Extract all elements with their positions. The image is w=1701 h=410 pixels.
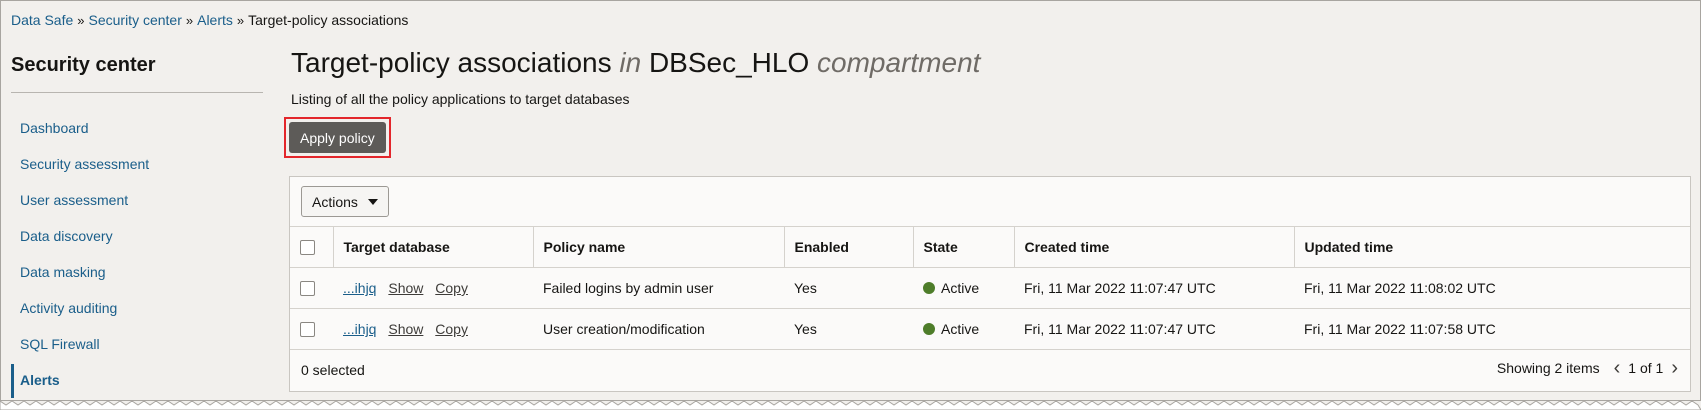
sidebar-item-security-assessment[interactable]: Security assessment: [11, 146, 263, 182]
row-select-cell: [290, 267, 333, 309]
caret-down-icon: [367, 198, 378, 205]
previous-page-icon[interactable]: ‹: [1614, 358, 1621, 378]
created-time-cell: Fri, 11 Mar 2022 11:07:47 UTC: [1014, 267, 1294, 309]
page-title: Target-policy associations in DBSec_HLO …: [291, 47, 1689, 79]
enabled-cell: Yes: [784, 308, 913, 350]
state-cell: Active: [913, 267, 1014, 309]
breadcrumb-separator: »: [185, 12, 194, 28]
actions-label: Actions: [312, 193, 358, 210]
apply-policy-button[interactable]: Apply policy: [289, 122, 386, 153]
page-title-in: in: [619, 47, 642, 78]
breadcrumb-alerts[interactable]: Alerts: [197, 12, 233, 28]
breadcrumb-separator: »: [236, 12, 245, 28]
active-status-icon: [923, 282, 935, 294]
associations-table: Target database Policy name Enabled Stat…: [290, 227, 1690, 350]
sidebar: Security center Dashboard Security asses…: [11, 54, 263, 398]
sidebar-item-activity-auditing[interactable]: Activity auditing: [11, 290, 263, 326]
table-footer: 0 selected Showing 2 items ‹ 1 of 1 ›: [290, 350, 1690, 388]
apply-policy-highlight: Apply policy: [284, 117, 391, 158]
copy-link[interactable]: Copy: [435, 321, 468, 337]
page-title-compartment: compartment: [817, 47, 981, 78]
sidebar-nav: Dashboard Security assessment User asses…: [11, 110, 263, 398]
sidebar-item-dashboard[interactable]: Dashboard: [11, 110, 263, 146]
updated-time-cell: Fri, 11 Mar 2022 11:07:58 UTC: [1294, 308, 1690, 350]
table-row: ...ihjq Show Copy Failed logins by admin…: [290, 267, 1690, 309]
pagination: Showing 2 items ‹ 1 of 1 ›: [1496, 358, 1678, 378]
column-header-enabled[interactable]: Enabled: [784, 227, 914, 268]
row-checkbox[interactable]: [300, 281, 315, 297]
table-header-row: Target database Policy name Enabled Stat…: [290, 227, 1690, 268]
actions-menu-button[interactable]: Actions: [301, 186, 389, 217]
main-content: Target-policy associations in DBSec_HLO …: [284, 47, 1691, 392]
state-label: Active: [941, 321, 980, 337]
breadcrumb-separator: »: [77, 12, 85, 28]
selected-count: 0 selected: [301, 362, 365, 378]
updated-time-cell: Fri, 11 Mar 2022 11:08:02 UTC: [1294, 267, 1690, 309]
sidebar-item-alerts[interactable]: Alerts: [11, 362, 263, 398]
sidebar-item-user-assessment[interactable]: User assessment: [11, 182, 263, 218]
enabled-cell: Yes: [784, 267, 913, 309]
state-cell: Active: [913, 308, 1014, 350]
policy-name-cell: Failed logins by admin user: [533, 267, 784, 309]
breadcrumb-data-safe[interactable]: Data Safe: [11, 12, 73, 28]
created-time-cell: Fri, 11 Mar 2022 11:07:47 UTC: [1014, 308, 1294, 350]
active-status-icon: [923, 323, 935, 335]
column-header-created-time[interactable]: Created time: [1014, 227, 1295, 268]
state-label: Active: [941, 280, 980, 296]
associations-table-panel: Actions Target database Policy name Enab…: [289, 176, 1691, 392]
page-title-text: Target-policy associations: [291, 47, 612, 78]
breadcrumb: Data Safe » Security center » Alerts » T…: [11, 12, 408, 28]
column-header-policy-name[interactable]: Policy name: [533, 227, 785, 268]
target-database-link[interactable]: ...ihjq: [343, 321, 376, 337]
breadcrumb-current: Target-policy associations: [248, 12, 409, 28]
show-link[interactable]: Show: [388, 321, 423, 337]
row-checkbox[interactable]: [300, 322, 315, 338]
select-all-cell: [290, 227, 334, 268]
sidebar-item-sql-firewall[interactable]: SQL Firewall: [11, 326, 263, 362]
torn-edge-decoration: [0, 400, 1701, 410]
sidebar-item-data-masking[interactable]: Data masking: [11, 254, 263, 290]
sidebar-title: Security center: [11, 54, 263, 93]
target-database-link[interactable]: ...ihjq: [343, 280, 376, 296]
next-page-icon[interactable]: ›: [1671, 358, 1678, 378]
row-select-cell: [290, 308, 333, 350]
page-subtitle: Listing of all the policy applications t…: [291, 91, 630, 107]
target-database-cell: ...ihjq Show Copy: [333, 308, 533, 350]
showing-items: Showing 2 items: [1496, 360, 1600, 376]
table-toolbar: Actions: [290, 177, 1690, 227]
target-database-cell: ...ihjq Show Copy: [333, 267, 533, 309]
column-header-updated-time[interactable]: Updated time: [1294, 227, 1690, 268]
compartment-name: DBSec_HLO: [648, 47, 810, 78]
breadcrumb-security-center[interactable]: Security center: [89, 12, 182, 28]
column-header-state[interactable]: State: [913, 227, 1015, 268]
sidebar-item-data-discovery[interactable]: Data discovery: [11, 218, 263, 254]
window: Data Safe » Security center » Alerts » T…: [0, 0, 1701, 401]
column-header-target-database[interactable]: Target database: [333, 227, 534, 268]
copy-link[interactable]: Copy: [435, 280, 468, 296]
table-row: ...ihjq Show Copy User creation/modifica…: [290, 308, 1690, 350]
show-link[interactable]: Show: [388, 280, 423, 296]
page-indicator: 1 of 1: [1628, 360, 1664, 376]
policy-name-cell: User creation/modification: [533, 308, 784, 350]
select-all-checkbox[interactable]: [300, 240, 315, 256]
